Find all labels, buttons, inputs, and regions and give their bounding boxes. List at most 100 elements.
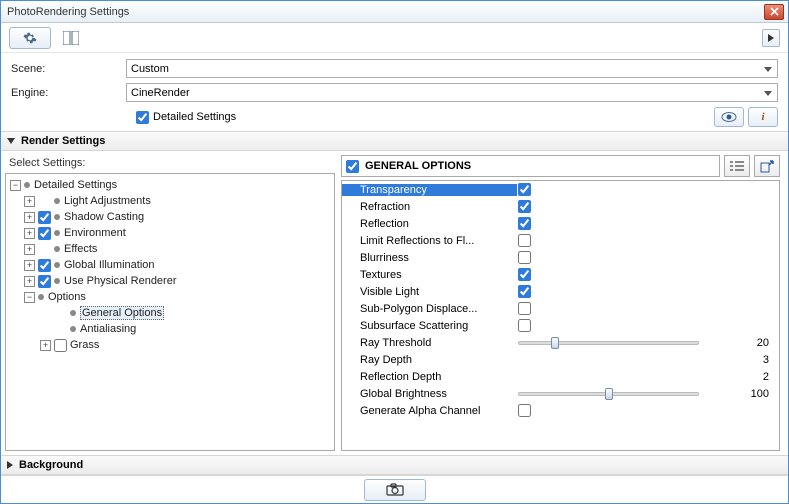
tree-toggle[interactable]: + (24, 228, 35, 239)
option-row[interactable]: Subsurface Scattering (342, 317, 779, 334)
option-name: Limit Reflections to Fl... (342, 235, 518, 247)
tree-row[interactable]: +Effects (8, 241, 332, 257)
background-header[interactable]: Background (1, 455, 788, 475)
tree-label: Detailed Settings (34, 179, 117, 191)
tree-checkbox[interactable] (38, 259, 51, 272)
option-name: Visible Light (342, 286, 518, 298)
tree-label: Shadow Casting (64, 211, 144, 223)
option-checkbox[interactable] (518, 319, 531, 332)
tree-toggle[interactable]: + (24, 196, 35, 207)
option-name: Global Brightness (342, 388, 518, 400)
option-value: 100 (709, 388, 769, 400)
tree-checkbox[interactable] (38, 275, 51, 288)
option-row[interactable]: Global Brightness 100 (342, 385, 779, 402)
option-row[interactable]: Ray Threshold20 (342, 334, 779, 351)
option-checkbox[interactable] (518, 302, 531, 315)
option-checkbox[interactable] (518, 183, 531, 196)
option-row[interactable]: Visible Light (342, 283, 779, 300)
option-row[interactable]: Reflection (342, 215, 779, 232)
tree-row[interactable]: + Shadow Casting (8, 209, 332, 225)
tree-label: Global Illumination (64, 259, 155, 271)
tree-toggle[interactable]: + (40, 340, 51, 351)
bullet-icon (54, 214, 60, 220)
detailed-settings-checkbox[interactable] (136, 111, 149, 124)
bullet-icon (54, 262, 60, 268)
tree-checkbox[interactable] (38, 227, 51, 240)
tree-toggle[interactable]: + (24, 260, 35, 271)
tree-label: General Options (80, 306, 164, 320)
chevron-right-icon (768, 34, 774, 42)
info-button[interactable]: i (748, 107, 778, 127)
option-checkbox[interactable] (518, 200, 531, 213)
tree-checkbox[interactable] (38, 211, 51, 224)
option-row[interactable]: Transparency (342, 181, 779, 198)
tree-row[interactable]: +Light Adjustments (8, 193, 332, 209)
option-value[interactable]: 2 (709, 371, 769, 383)
settings-gear-button[interactable] (9, 27, 51, 49)
option-slider[interactable] (518, 392, 699, 396)
panel-enable-checkbox[interactable] (346, 160, 359, 173)
list-icon (730, 160, 744, 172)
bottom-bar (1, 475, 788, 503)
option-control (518, 302, 779, 315)
tree-row[interactable]: +Environment (8, 225, 332, 241)
tree-row[interactable]: Antialiasing (8, 321, 332, 337)
export-icon (760, 159, 774, 173)
close-button[interactable] (764, 4, 784, 20)
tree-toggle[interactable]: + (24, 244, 35, 255)
option-checkbox[interactable] (518, 217, 531, 230)
option-slider[interactable] (518, 341, 699, 345)
option-control (518, 217, 779, 230)
tree-label: Antialiasing (80, 323, 136, 335)
preview-eye-button[interactable] (714, 107, 744, 127)
tree-row[interactable]: + Global Illumination (8, 257, 332, 273)
option-checkbox[interactable] (518, 268, 531, 281)
option-row[interactable]: Refraction (342, 198, 779, 215)
option-control: 20 (518, 337, 779, 349)
tree-checkbox[interactable] (54, 339, 67, 352)
bullet-icon (54, 230, 60, 236)
chevron-right-icon (7, 461, 13, 469)
window-title: PhotoRendering Settings (5, 6, 764, 18)
option-row[interactable]: Reflection Depth 2 (342, 368, 779, 385)
bullet-icon (54, 198, 60, 204)
option-checkbox[interactable] (518, 234, 531, 247)
list-mode-button[interactable] (724, 155, 750, 177)
scene-dropdown[interactable]: Custom (126, 59, 778, 78)
scene-value: Custom (131, 63, 169, 75)
render-button[interactable] (364, 479, 426, 501)
tree-row[interactable]: − Detailed Settings (8, 177, 332, 193)
option-value[interactable]: 3 (709, 354, 769, 366)
tree-toggle[interactable]: + (24, 212, 35, 223)
option-control: 3 (518, 354, 779, 366)
option-row[interactable]: Sub-Polygon Displace... (342, 300, 779, 317)
option-row[interactable]: Textures (342, 266, 779, 283)
render-settings-header[interactable]: Render Settings (1, 131, 788, 151)
engine-dropdown[interactable]: CineRender (126, 83, 778, 102)
panel-title-bar: GENERAL OPTIONS (341, 155, 720, 177)
option-row[interactable]: Blurriness (342, 249, 779, 266)
option-control: 2 (518, 371, 779, 383)
expand-button[interactable] (762, 29, 780, 47)
option-row[interactable]: Ray Depth3 (342, 351, 779, 368)
tree-toggle[interactable]: + (24, 276, 35, 287)
tree-row[interactable]: +Use Physical Renderer (8, 273, 332, 289)
select-settings-label: Select Settings: (5, 155, 335, 173)
tree-row[interactable]: −Options (8, 289, 332, 305)
export-button[interactable] (754, 155, 780, 177)
detailed-settings-label[interactable]: Detailed Settings (153, 111, 236, 123)
option-name: Reflection Depth (342, 371, 518, 383)
option-row[interactable]: Limit Reflections to Fl... (342, 232, 779, 249)
option-name: Ray Threshold (342, 337, 518, 349)
option-checkbox[interactable] (518, 404, 531, 417)
layout-icon-button[interactable] (61, 28, 81, 48)
option-row[interactable]: Generate Alpha Channel (342, 402, 779, 419)
option-checkbox[interactable] (518, 285, 531, 298)
tree-row[interactable]: General Options (8, 305, 332, 321)
bullet-icon (54, 278, 60, 284)
engine-value: CineRender (131, 87, 190, 99)
option-checkbox[interactable] (518, 251, 531, 264)
tree-toggle[interactable]: − (10, 180, 21, 191)
tree-row[interactable]: +Grass (8, 337, 332, 353)
tree-toggle[interactable]: − (24, 292, 35, 303)
